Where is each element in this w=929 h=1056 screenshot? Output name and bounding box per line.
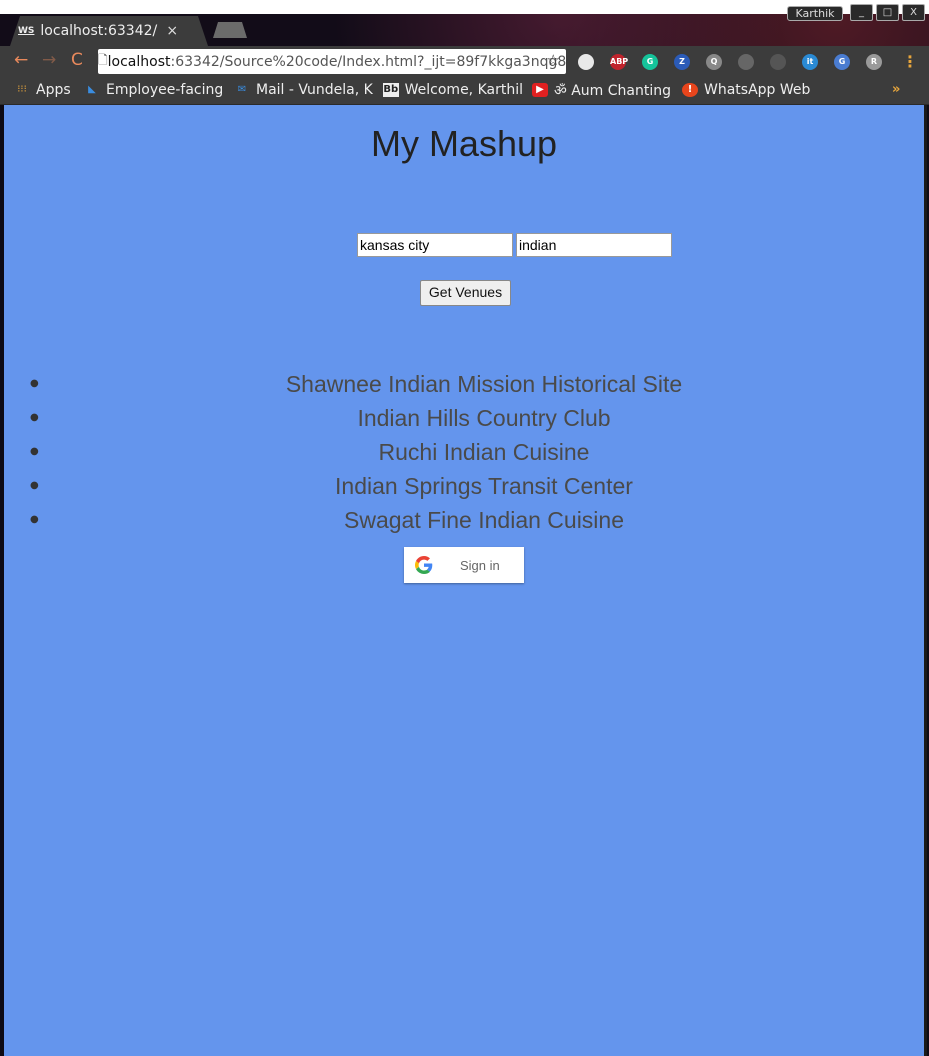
new-tab-button[interactable] [213, 22, 247, 38]
bookmark-item[interactable]: ▶ ॐ Aum Chanting [532, 80, 672, 100]
address-path: :63342/Source%20code/Index.html?_ijt=89f… [170, 53, 567, 70]
get-venues-button[interactable]: Get Venues [420, 280, 511, 306]
google-translate-extension-icon[interactable]: G [834, 54, 850, 70]
page-title: My Mashup [370, 123, 558, 164]
tab-title: localhost:63342/So [40, 23, 158, 39]
sign-in-label: Sign in [460, 557, 500, 573]
employee-facing-icon: ◣ [88, 84, 96, 95]
bookmark-label: Employee-facing [106, 82, 224, 98]
adblock-extension-icon[interactable]: ABP [610, 54, 628, 70]
close-window-button[interactable]: X [902, 4, 925, 21]
bookmark-label: ॐ Aum Chanting [554, 82, 671, 99]
list-item: ● Shawnee Indian Mission Historical Site [4, 367, 924, 401]
reader-extension-icon[interactable]: R [866, 54, 882, 70]
bookmark-item[interactable]: Bb Welcome, Karthil [383, 80, 523, 100]
browser-tab-content[interactable]: WS localhost:63342/So × [18, 16, 198, 46]
bookmark-apps-label: Apps [36, 82, 71, 98]
address-bar[interactable]: 🗋 localhost:63342/Source%20code/Index.ht… [98, 49, 566, 74]
list-item: ● Ruchi Indian Cuisine [4, 435, 924, 469]
venue-name: Indian Springs Transit Center [335, 473, 633, 499]
reload-icon[interactable]: C [71, 50, 83, 70]
query-input[interactable] [516, 233, 672, 257]
list-item: ● Swagat Fine Indian Cuisine [4, 503, 924, 537]
page-viewport: My Mashup Get Venues ●Shawnee Indian Mis… [4, 105, 927, 1056]
page-info-icon[interactable]: 🗋 [98, 51, 108, 72]
back-arrow-icon[interactable]: ← [14, 50, 28, 70]
bookmark-label: WhatsApp Web [704, 82, 811, 98]
user-profile-button[interactable]: Karthik [787, 6, 843, 21]
grammarly-extension-icon[interactable]: G [642, 54, 658, 70]
speaker-extension-icon[interactable] [738, 54, 754, 70]
compass-extension-icon[interactable] [578, 54, 594, 70]
blackboard-icon: Bb [383, 83, 399, 97]
mail-icon: ✉ [237, 84, 247, 95]
bookmark-apps[interactable]: ⁝⁝⁝ Apps [14, 80, 71, 100]
list-item: ● Indian Springs Transit Center [4, 469, 924, 503]
bookmark-item[interactable]: ◣ Employee-facing [84, 80, 224, 100]
bookmark-label: Welcome, Karthil [404, 82, 523, 98]
tab-close-icon[interactable]: × [166, 23, 178, 39]
minimize-button[interactable]: _ [850, 4, 873, 21]
venue-name: Indian Hills Country Club [357, 405, 611, 431]
keep-extension-icon[interactable]: Q [706, 54, 722, 70]
venue-name: Swagat Fine Indian Cuisine [344, 507, 624, 533]
venue-list: ● Shawnee Indian Mission Historical Site … [4, 367, 924, 537]
location-input[interactable] [357, 233, 513, 257]
bookmark-label: Mail - Vundela, K [256, 82, 373, 98]
youtube-icon: ▶ [532, 83, 548, 97]
bookmark-item[interactable]: ! WhatsApp Web [682, 80, 822, 100]
address-host: localhost [107, 53, 171, 70]
browser-menu-icon[interactable]: ⋮ [902, 52, 918, 71]
apps-grid-icon: ⁝⁝⁝ [17, 84, 27, 95]
zotero-extension-icon[interactable]: Z [674, 54, 690, 70]
bookmark-star-icon[interactable]: ☆ [547, 51, 560, 69]
venue-name: Ruchi Indian Cuisine [378, 439, 590, 465]
list-item: ● Indian Hills Country Club [4, 401, 924, 435]
whatsapp-alert-icon: ! [682, 83, 698, 97]
bookmark-item[interactable]: ✉ Mail - Vundela, K [234, 80, 374, 100]
maximize-button[interactable]: □ [876, 4, 899, 21]
google-sign-in-button[interactable]: Sign in [404, 547, 524, 583]
dark-extension-icon[interactable] [770, 54, 786, 70]
forward-arrow-icon[interactable]: → [42, 50, 56, 70]
google-logo-icon [404, 556, 444, 574]
venue-name: Shawnee Indian Mission Historical Site [285, 371, 683, 397]
translate-extension-icon[interactable]: it [802, 54, 818, 70]
tab-favicon-icon: WS [18, 26, 35, 36]
bookmarks-overflow-icon[interactable]: » [892, 82, 900, 97]
